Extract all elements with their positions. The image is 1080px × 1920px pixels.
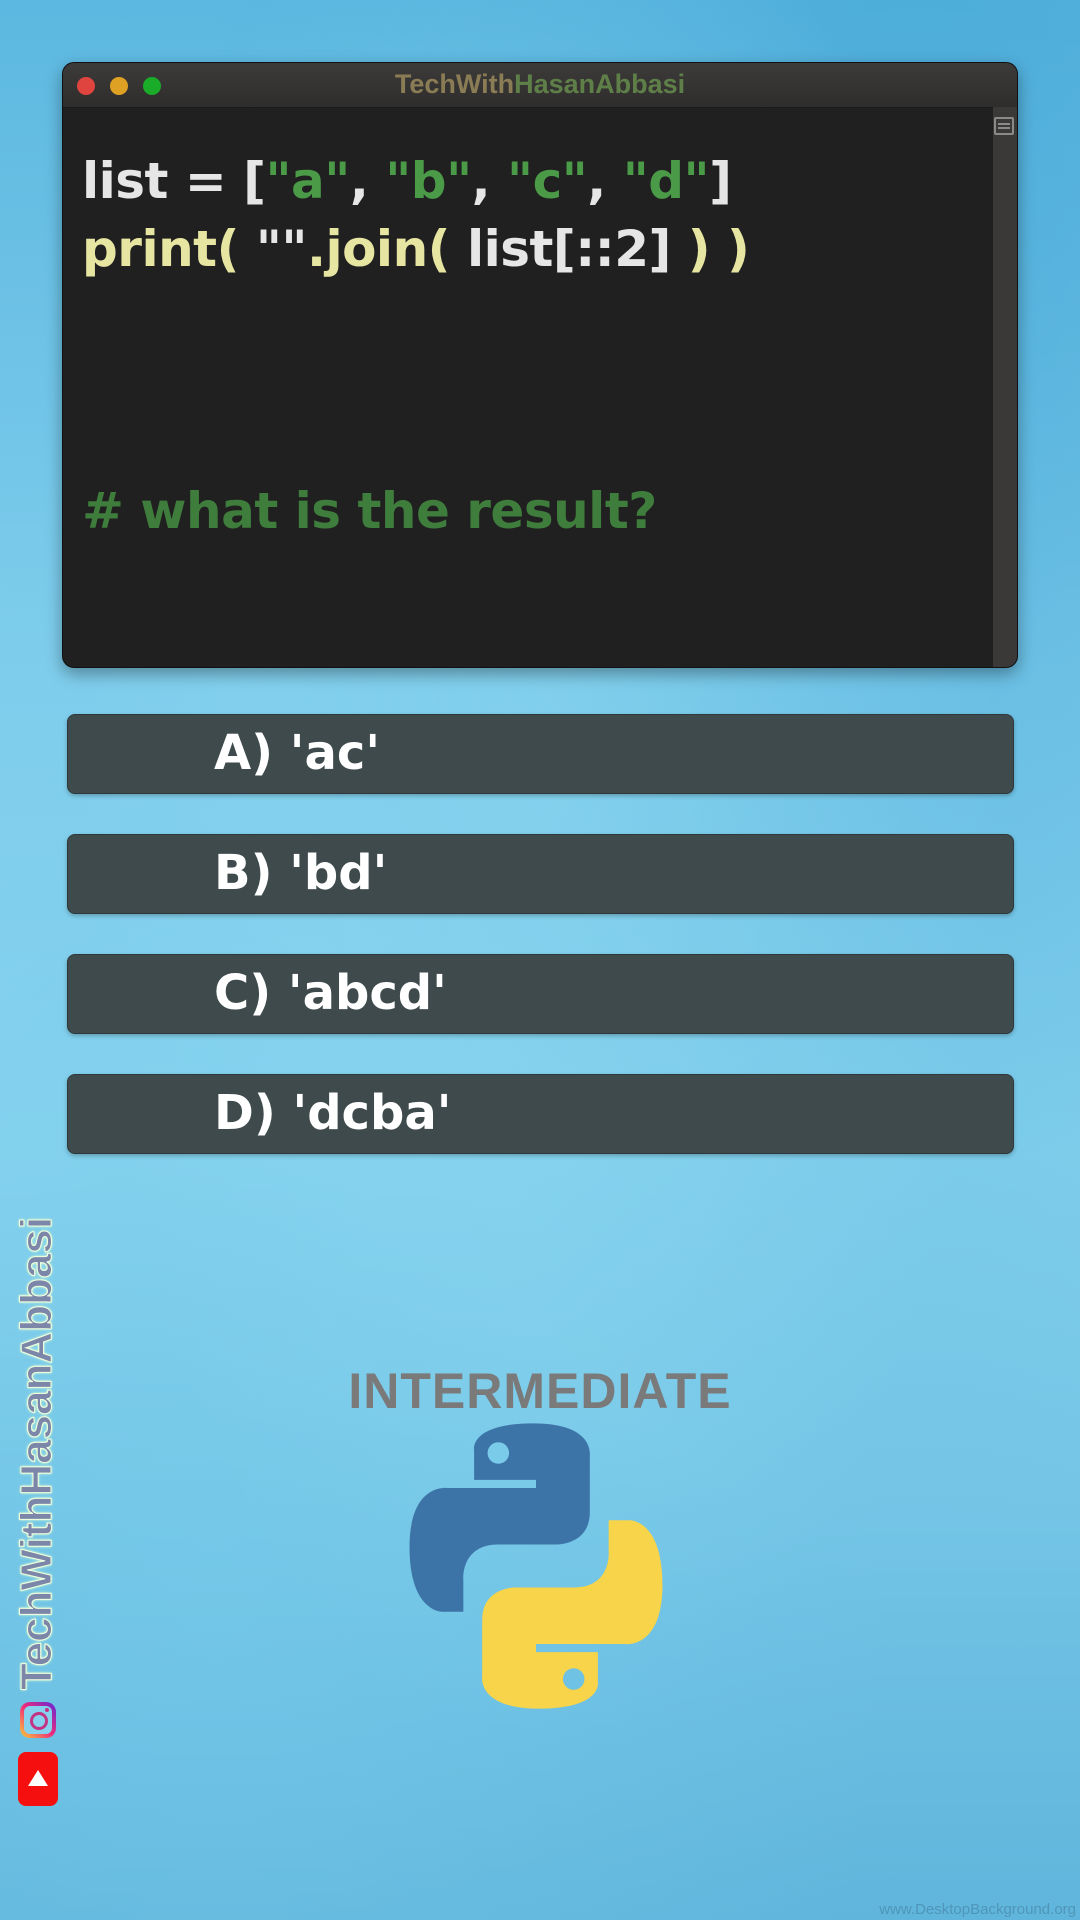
option-b-label: B) 'bd'	[214, 845, 388, 901]
code-token: "c"	[507, 152, 588, 210]
code-token: .join(	[306, 220, 467, 278]
option-d-button[interactable]: D) 'dcba'	[67, 1074, 1014, 1154]
side-brand-text: TechWithHasanAbbasi	[12, 1216, 62, 1690]
code-token: ]	[709, 152, 732, 210]
window-title-part1: TechWith	[394, 69, 515, 99]
code-token: "a"	[265, 152, 351, 210]
scroll-menu-icon[interactable]	[994, 117, 1014, 135]
option-c-label: C) 'abcd'	[214, 965, 447, 1021]
code-token: "d"	[622, 152, 710, 210]
window-titlebar: TechWithHasanAbbasi	[63, 63, 1017, 108]
option-a-button[interactable]: A) 'ac'	[67, 714, 1014, 794]
code-token: ,	[587, 152, 623, 210]
option-d-label: D) 'dcba'	[214, 1085, 452, 1141]
python-logo-icon	[409, 1423, 663, 1709]
window-title: TechWithHasanAbbasi	[63, 69, 1017, 100]
option-c-button[interactable]: C) 'abcd'	[67, 954, 1014, 1034]
watermark-text: www.DesktopBackground.org	[879, 1901, 1076, 1918]
code-token: print(	[82, 220, 256, 278]
code-token: ""	[255, 220, 308, 278]
instagram-icon[interactable]	[20, 1702, 56, 1738]
window-title-part2: HasanAbbasi	[514, 69, 686, 99]
option-b-button[interactable]: B) 'bd'	[67, 834, 1014, 914]
option-a-label: A) 'ac'	[214, 725, 381, 781]
window-scrollbar[interactable]	[993, 107, 1017, 667]
code-token: list = [	[82, 152, 266, 210]
code-comment: # what is the result?	[82, 482, 657, 540]
code-token: "b"	[385, 152, 472, 210]
code-token: ,	[349, 152, 386, 210]
code-token: ,	[471, 152, 508, 210]
code-line-1: list = ["a", "b", "c", "d"]	[82, 152, 732, 210]
code-token: list[::2]	[466, 220, 688, 278]
code-token: ) )	[687, 220, 750, 278]
difficulty-level: INTERMEDIATE	[348, 1363, 732, 1419]
youtube-icon[interactable]	[18, 1752, 58, 1806]
code-line-2: print( "".join( list[::2] ) )	[82, 220, 750, 278]
